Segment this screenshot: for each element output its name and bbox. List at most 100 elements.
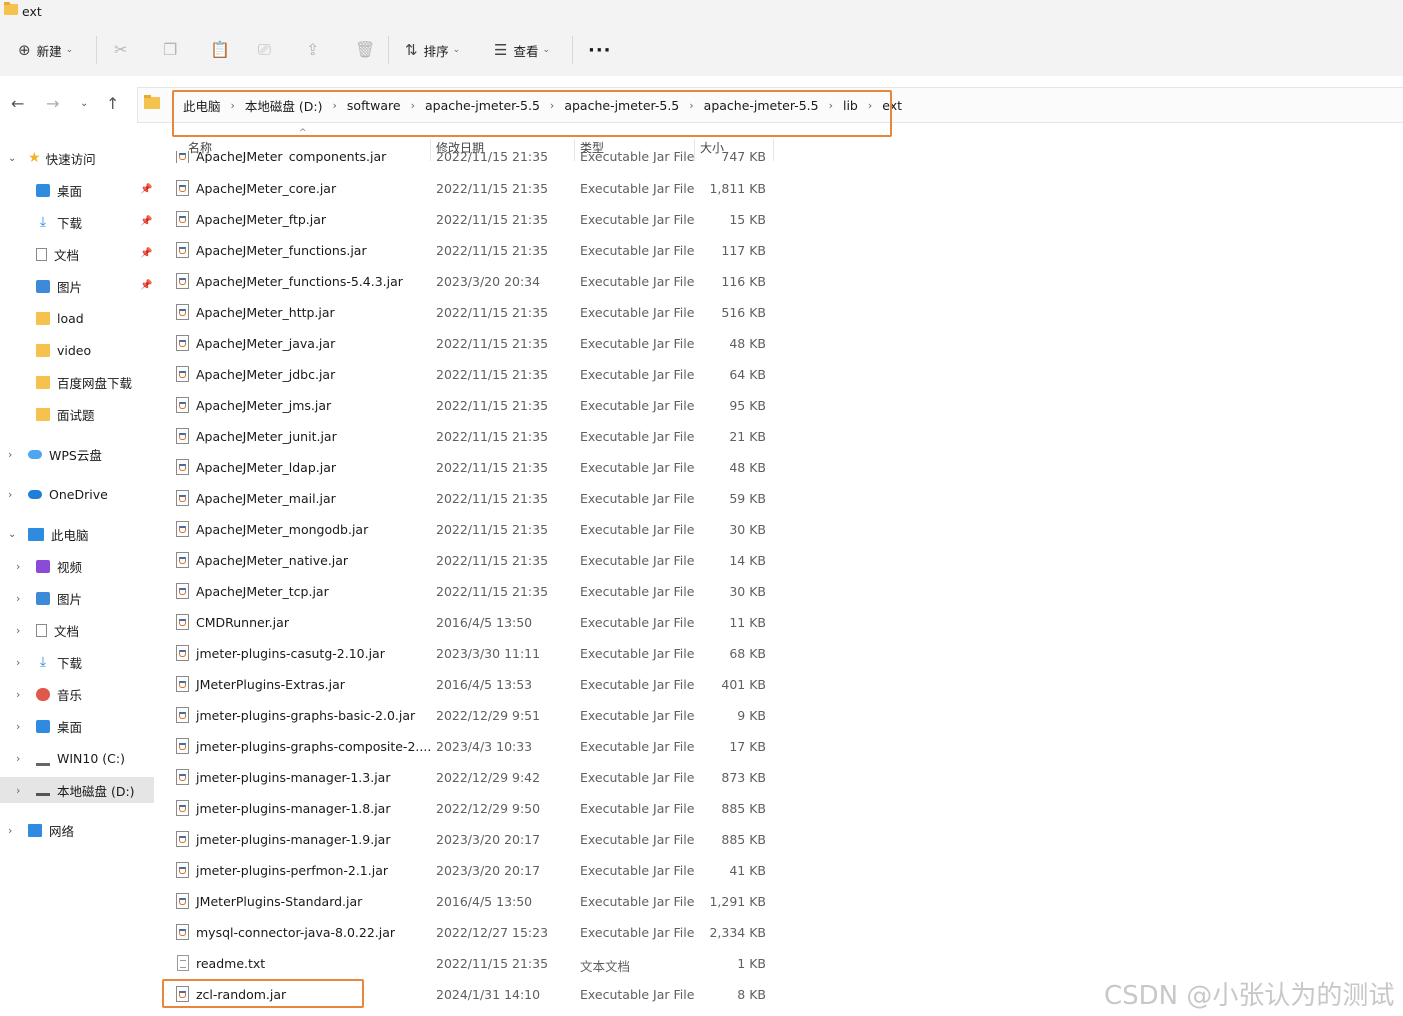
sidebar-item-pictures[interactable]: 图片 [36, 275, 82, 297]
rename-icon[interactable]: ⎚ [258, 40, 271, 60]
chevron-right-icon[interactable]: › [16, 752, 36, 765]
recent-chevron-icon[interactable]: ⌄ [80, 98, 88, 109]
file-row[interactable]: jmeter-plugins-graphs-basic-2.0.jar 2022/… [160, 701, 780, 732]
chevron-right-icon[interactable]: › [8, 488, 28, 501]
delete-icon[interactable]: 🗑 [355, 40, 375, 59]
file-row[interactable]: jmeter-plugins-graphs-composite-2.... 202… [160, 732, 780, 763]
up-arrow-icon[interactable]: ↑ [106, 94, 119, 113]
sidebar-item-music[interactable]: › 音乐 [16, 683, 82, 705]
file-row[interactable]: jmeter-plugins-perfmon-2.1.jar 2023/3/20 … [160, 856, 780, 887]
chevron-down-icon: ⌄ [542, 45, 551, 55]
sidebar-item-documents[interactable]: 文档 [36, 243, 79, 265]
file-row[interactable]: ApacheJMeter_ftp.jar 2022/11/15 21:35 Exec… [160, 205, 780, 236]
file-size: 885 KB [721, 832, 766, 847]
document-icon [36, 623, 47, 637]
file-row[interactable]: mysql-connector-java-8.0.22.jar 2022/12/2… [160, 918, 780, 949]
sidebar-label: 文档 [54, 623, 80, 639]
sidebar-item-pc-documents[interactable]: › 文档 [16, 619, 79, 641]
chevron-right-icon[interactable]: › [16, 624, 36, 637]
file-type: Executable Jar File [580, 894, 695, 909]
file-row[interactable]: ApacheJMeter_http.jar 2022/11/15 21:35 Exe… [160, 298, 780, 329]
file-row[interactable]: ApacheJMeter_mail.jar 2022/11/15 21:35 Exe… [160, 484, 780, 515]
sidebar-item-pc-desktop[interactable]: › 桌面 [16, 715, 82, 737]
sidebar-this-pc[interactable]: ⌄ 此电脑 [8, 523, 89, 545]
file-row[interactable]: ApacheJMeter_core.jar 2022/11/15 21:35 Exe… [160, 174, 780, 205]
file-row[interactable]: readme.txt 2022/11/15 21:35 文本文档 1 KB [160, 949, 780, 980]
file-name: ApacheJMeter_ldap.jar [196, 460, 337, 475]
file-row-partial[interactable]: ApacheJMeter_components.jar 2022/11/15 2… [160, 151, 780, 163]
more-button[interactable]: ··· [588, 39, 612, 61]
sidebar-item-pc-downloads[interactable]: › ⤓ 下载 [16, 651, 82, 673]
back-arrow-icon[interactable]: ← [11, 94, 24, 113]
sidebar-onedrive[interactable]: › OneDrive [8, 483, 108, 505]
chevron-down-icon[interactable]: ⌄ [8, 529, 28, 540]
copy-icon[interactable]: ❐ [163, 40, 177, 59]
pin-icon[interactable]: 📌 [140, 248, 152, 259]
download-icon: ⤓ [39, 653, 47, 670]
file-row[interactable]: ApacheJMeter_functions.jar 2022/11/15 21:… [160, 236, 780, 267]
share-icon[interactable]: ⇪ [306, 40, 319, 59]
file-row[interactable]: ApacheJMeter_java.jar 2022/11/15 21:35 Exe… [160, 329, 780, 360]
sort-button[interactable]: ⇅ 排序 ⌄ [405, 40, 460, 60]
sidebar-item-baidu-download[interactable]: 百度网盘下载 [36, 371, 132, 393]
file-row[interactable]: jmeter-plugins-manager-1.3.jar 2022/12/29… [160, 763, 780, 794]
file-name: jmeter-plugins-graphs-basic-2.0.jar [196, 708, 416, 723]
new-button[interactable]: ⊕ 新建 ⌄ [18, 40, 73, 60]
file-row[interactable]: jmeter-plugins-casutg-2.10.jar 2023/3/30 … [160, 639, 780, 670]
cut-icon[interactable]: ✂ [114, 40, 127, 59]
chevron-down-icon[interactable]: ⌄ [8, 153, 28, 164]
sidebar-quick-access[interactable]: ⌄ ★ 快速访问 [8, 147, 96, 169]
file-row[interactable]: ApacheJMeter_tcp.jar 2022/11/15 21:35 Exec… [160, 577, 780, 608]
more-icon: ··· [588, 39, 612, 61]
file-type: Executable Jar File [580, 553, 695, 568]
jar-file-icon [176, 180, 189, 196]
chevron-right-icon[interactable]: › [16, 784, 36, 797]
file-row[interactable]: ApacheJMeter_jms.jar 2022/11/15 21:35 Exec… [160, 391, 780, 422]
chevron-right-icon[interactable]: › [16, 720, 36, 733]
sidebar-item-drive-c[interactable]: › WIN10 (C:) [16, 747, 125, 769]
chevron-down-icon: ⌄ [452, 45, 461, 55]
chevron-right-icon[interactable]: › [16, 560, 36, 573]
chevron-right-icon[interactable]: › [16, 656, 36, 669]
pin-icon[interactable]: 📌 [140, 184, 152, 195]
chevron-right-icon[interactable]: › [16, 592, 36, 605]
file-date: 2023/4/3 10:33 [436, 739, 533, 754]
sidebar-item-desktop[interactable]: 桌面 [36, 179, 82, 201]
jar-file-icon [176, 366, 189, 382]
pin-icon[interactable]: 📌 [140, 280, 152, 291]
file-row[interactable]: ApacheJMeter_functions-5.4.3.jar 2023/3/2… [160, 267, 780, 298]
file-row[interactable]: CMDRunner.jar 2016/4/5 13:50 Executable Ja… [160, 608, 780, 639]
jar-file-icon [176, 397, 189, 413]
file-row[interactable]: ApacheJMeter_ldap.jar 2022/11/15 21:35 Exe… [160, 453, 780, 484]
file-row[interactable]: ApacheJMeter_jdbc.jar 2022/11/15 21:35 Exe… [160, 360, 780, 391]
sidebar-wps-cloud[interactable]: › WPS云盘 [8, 443, 102, 465]
file-type: Executable Jar File [580, 863, 695, 878]
file-type: 文本文档 [580, 959, 631, 974]
file-row[interactable]: JMeterPlugins-Standard.jar 2016/4/5 13:50… [160, 887, 780, 918]
sidebar-item-pc-pictures[interactable]: › 图片 [16, 587, 82, 609]
paste-icon[interactable]: 📋 [210, 40, 230, 59]
sidebar-item-drive-d[interactable]: › 本地磁盘 (D:) [16, 779, 135, 801]
sidebar-item-interview[interactable]: 面试题 [36, 403, 95, 425]
pin-icon[interactable]: 📌 [140, 216, 152, 227]
chevron-right-icon[interactable]: › [8, 448, 28, 461]
file-row[interactable]: jmeter-plugins-manager-1.8.jar 2022/12/29… [160, 794, 780, 825]
file-date: 2022/12/29 9:42 [436, 770, 541, 785]
view-button[interactable]: ☰ 查看 ⌄ [494, 40, 550, 60]
sidebar-item-video[interactable]: video [36, 339, 91, 361]
chevron-right-icon[interactable]: › [8, 824, 28, 837]
chevron-right-icon[interactable]: › [16, 688, 36, 701]
forward-arrow-icon[interactable]: → [46, 94, 59, 113]
file-date: 2022/11/15 21:35 [436, 522, 549, 537]
sidebar-item-videos[interactable]: › 视频 [16, 555, 82, 577]
file-row[interactable]: ApacheJMeter_native.jar 2022/11/15 21:35 E… [160, 546, 780, 577]
file-size: 95 KB [729, 398, 766, 413]
sidebar-item-load[interactable]: load [36, 307, 84, 329]
file-row[interactable]: jmeter-plugins-manager-1.9.jar 2023/3/20 … [160, 825, 780, 856]
file-row[interactable]: JMeterPlugins-Extras.jar 2016/4/5 13:53 Ex… [160, 670, 780, 701]
file-row[interactable]: ApacheJMeter_mongodb.jar 2022/11/15 21:35… [160, 515, 780, 546]
file-row[interactable]: ApacheJMeter_junit.jar 2022/11/15 21:35 Ex… [160, 422, 780, 453]
sidebar-item-downloads[interactable]: ⤓ 下载 [36, 211, 82, 233]
sidebar-network[interactable]: › 网络 [8, 819, 74, 841]
file-name: ApacheJMeter_core.jar [196, 181, 337, 196]
